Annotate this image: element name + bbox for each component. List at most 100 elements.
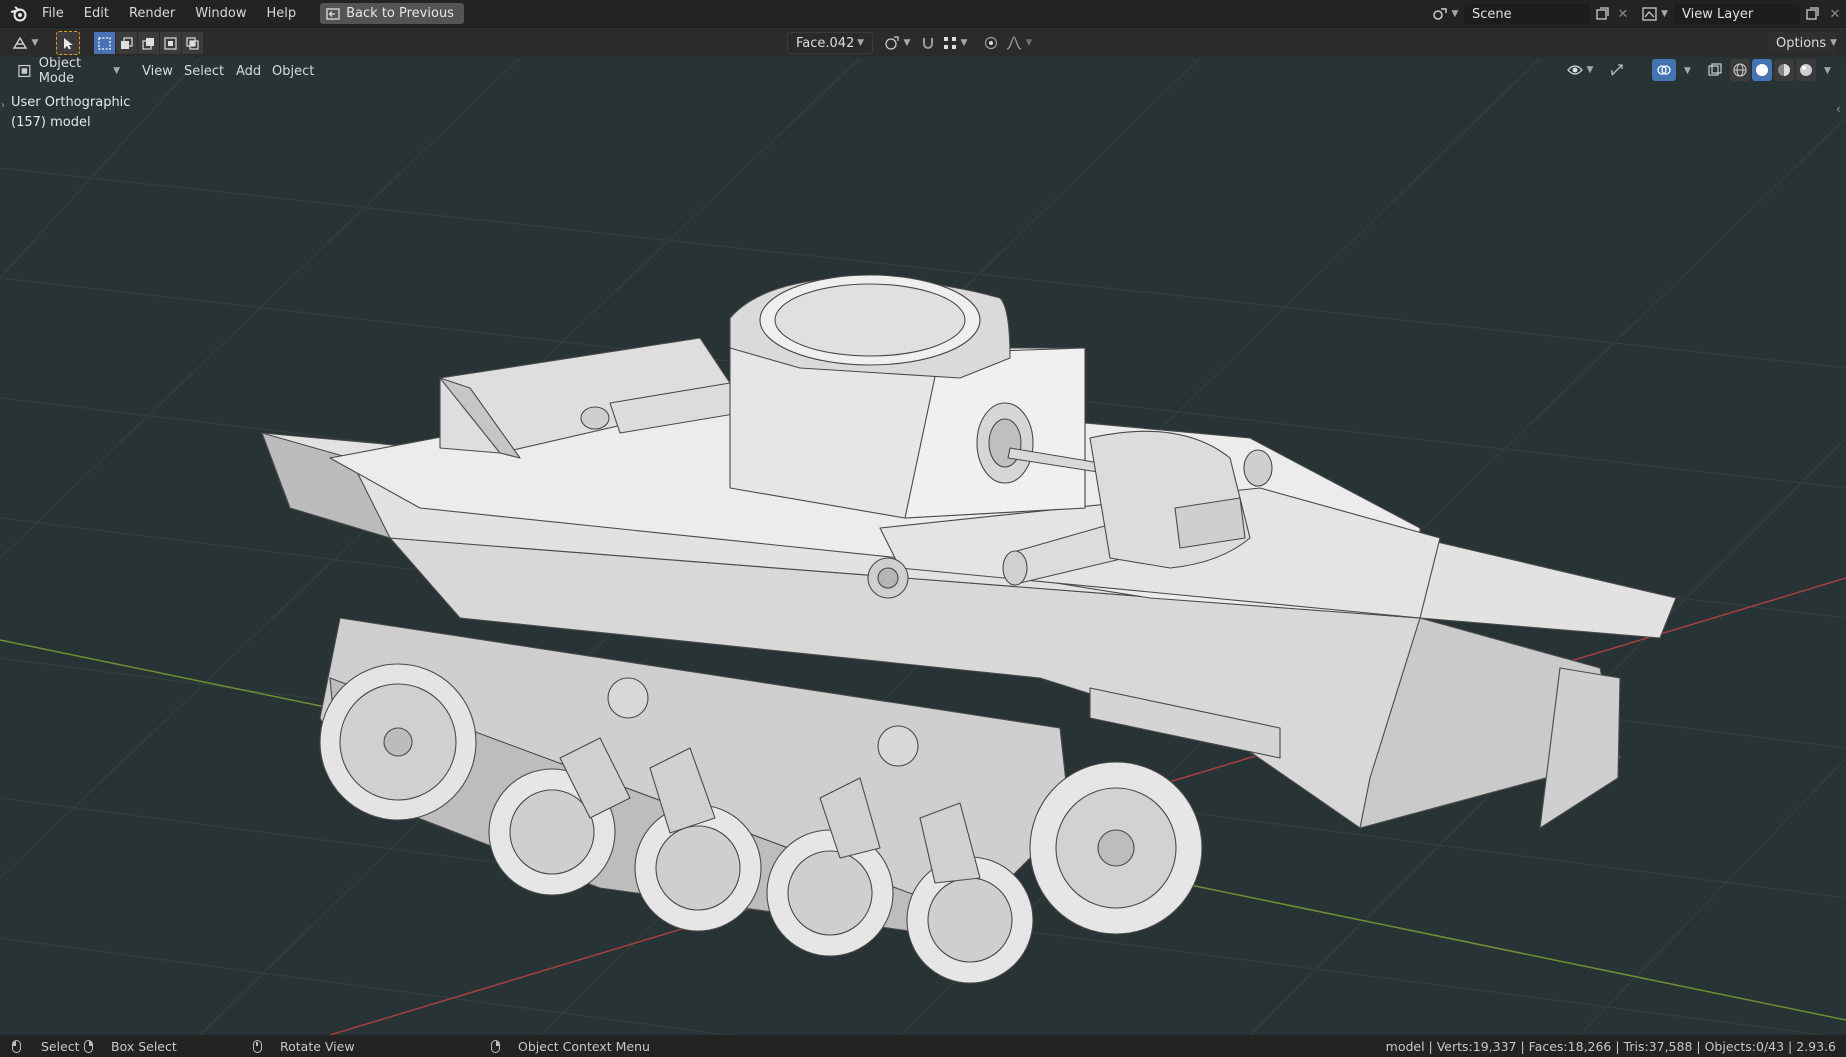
object-mode-dropdown[interactable]: Object Mode ▼ (10, 56, 128, 86)
shading-solid-button[interactable] (1752, 59, 1772, 81)
object-mode-label: Object Mode (38, 56, 82, 86)
menu-select[interactable]: Select (184, 61, 224, 83)
view-layer-value: View Layer (1682, 6, 1754, 22)
menu-file[interactable]: File (32, 0, 74, 28)
select-extend-button[interactable] (116, 32, 137, 54)
material-sphere-icon (1778, 64, 1790, 76)
chevron-down-icon: ▼ (1830, 38, 1838, 48)
new-scene-button[interactable] (1590, 4, 1614, 24)
status-context-menu: Object Context Menu (491, 1035, 650, 1057)
back-to-previous-button[interactable]: Back to Previous (320, 3, 464, 24)
proportional-edit-button[interactable] (980, 32, 1002, 54)
editor-type-button[interactable]: ▼ (8, 32, 42, 54)
menu-edit[interactable]: Edit (74, 0, 119, 28)
solid-sphere-icon (1756, 64, 1768, 76)
back-to-previous-label: Back to Previous (346, 6, 454, 21)
snap-target-button[interactable]: ▼ (940, 32, 970, 54)
scene-statistics-label: model | Verts:19,337 | Faces:18,266 | Tr… (1385, 1038, 1836, 1054)
workspace-controls: ▼ Scene ✕ ▼ View Layer ✕ (1428, 0, 1846, 28)
select-mode-group (94, 32, 204, 54)
overlay-button[interactable] (1652, 59, 1676, 81)
options-dropdown[interactable]: Options ▼ (1768, 32, 1838, 54)
xray-toggle-button[interactable] (1704, 59, 1726, 81)
menu-render[interactable]: Render (119, 0, 185, 28)
shading-material-button[interactable] (1774, 59, 1794, 81)
select-new-button[interactable] (94, 32, 115, 54)
xray-icon (1708, 63, 1722, 76)
back-icon (326, 7, 340, 20)
mouse-drag-icon (84, 1039, 93, 1053)
pivot-icon (884, 36, 899, 50)
select-intersect-button[interactable] (182, 32, 203, 54)
mouse-right-icon (491, 1039, 500, 1053)
view-layer-field[interactable]: View Layer (1674, 4, 1800, 24)
select-intersect-icon (186, 36, 199, 50)
select-subtract-button[interactable] (138, 32, 159, 54)
top-bar: File Edit Render Window Help Back to Pre… (0, 0, 1846, 28)
transform-pivot-button[interactable]: ▼ (882, 32, 912, 54)
status-bar: Select Box Select Rotate View Object Con… (0, 1035, 1846, 1057)
rendered-sphere-icon (1800, 64, 1812, 76)
snap-toggle-button[interactable] (918, 32, 938, 54)
chevron-down-icon: ▼ (1661, 9, 1668, 19)
copy-icon (1596, 7, 1609, 20)
proportional-edit-icon (984, 36, 998, 50)
3d-viewport[interactable] (0, 58, 1846, 1035)
falloff-curve-icon (1006, 36, 1021, 50)
status-box-select-label: Box Select (111, 1038, 177, 1054)
status-rotate-view-label: Rotate View (280, 1038, 355, 1054)
view-layer-icon (1642, 7, 1657, 21)
select-extend-icon (121, 36, 133, 49)
mouse-left-icon (12, 1039, 21, 1053)
delete-view-layer-button[interactable]: ✕ (1824, 4, 1846, 24)
scene-field[interactable]: Scene (1464, 4, 1590, 24)
chevron-down-icon: ▼ (857, 38, 864, 48)
chevron-down-icon[interactable]: ▼ (1824, 66, 1831, 76)
gizmo-button[interactable] (1604, 59, 1630, 81)
3d-viewport-icon (12, 36, 27, 49)
scene-icon (1432, 8, 1447, 20)
blender-logo-icon[interactable] (6, 0, 32, 28)
shading-wireframe-button[interactable] (1730, 59, 1750, 81)
status-select-label: Select (41, 1038, 80, 1054)
eye-icon (1566, 65, 1583, 75)
view-name-label: User Orthographic (11, 95, 131, 110)
chevron-down-icon: ▼ (113, 66, 120, 76)
scene-type-button[interactable]: ▼ (1428, 4, 1462, 24)
shading-rendered-button[interactable] (1796, 59, 1816, 81)
options-label: Options (1776, 35, 1827, 51)
overlay-icon (1657, 65, 1671, 75)
object-mode-icon (18, 64, 31, 78)
delete-scene-button[interactable]: ✕ (1614, 4, 1632, 24)
status-context-menu-label: Object Context Menu (518, 1038, 650, 1054)
select-subtract-icon (142, 37, 154, 50)
chevron-down-icon: ▼ (31, 38, 39, 48)
toolbar-toggle-icon[interactable]: › (1, 100, 5, 111)
copy-icon (1806, 7, 1819, 20)
menu-object[interactable]: Object (272, 61, 314, 83)
close-icon: ✕ (1617, 6, 1629, 22)
view-layer-type-button[interactable]: ▼ (1638, 4, 1672, 24)
chevron-down-icon: ▼ (1586, 65, 1594, 75)
face-selector-value: Face.042 (796, 35, 855, 51)
snap-grid-icon (943, 37, 956, 49)
menu-help[interactable]: Help (257, 0, 307, 28)
sidebar-toggle-icon[interactable]: ‹ (1836, 102, 1841, 116)
face-selector-dropdown[interactable]: Face.042 ▼ (787, 32, 873, 54)
chevron-down-icon[interactable]: ▼ (1684, 66, 1691, 76)
select-invert-button[interactable] (160, 32, 181, 54)
proportional-falloff-button[interactable]: ▼ (1004, 32, 1034, 54)
new-view-layer-button[interactable] (1800, 4, 1824, 24)
object-label: (157) model (11, 115, 91, 130)
menu-add[interactable]: Add (236, 61, 261, 83)
menu-window[interactable]: Window (185, 0, 256, 28)
select-tool-button[interactable] (56, 31, 80, 55)
cursor-icon (63, 37, 73, 49)
chevron-down-icon: ▼ (1025, 38, 1033, 48)
menu-view[interactable]: View (142, 61, 173, 83)
viewport-scene (0, 58, 1846, 1035)
chevron-down-icon: ▼ (1451, 9, 1459, 19)
scene-value: Scene (1472, 6, 1512, 22)
visibility-button[interactable]: ▼ (1564, 59, 1596, 81)
chevron-down-icon: ▼ (960, 38, 968, 48)
